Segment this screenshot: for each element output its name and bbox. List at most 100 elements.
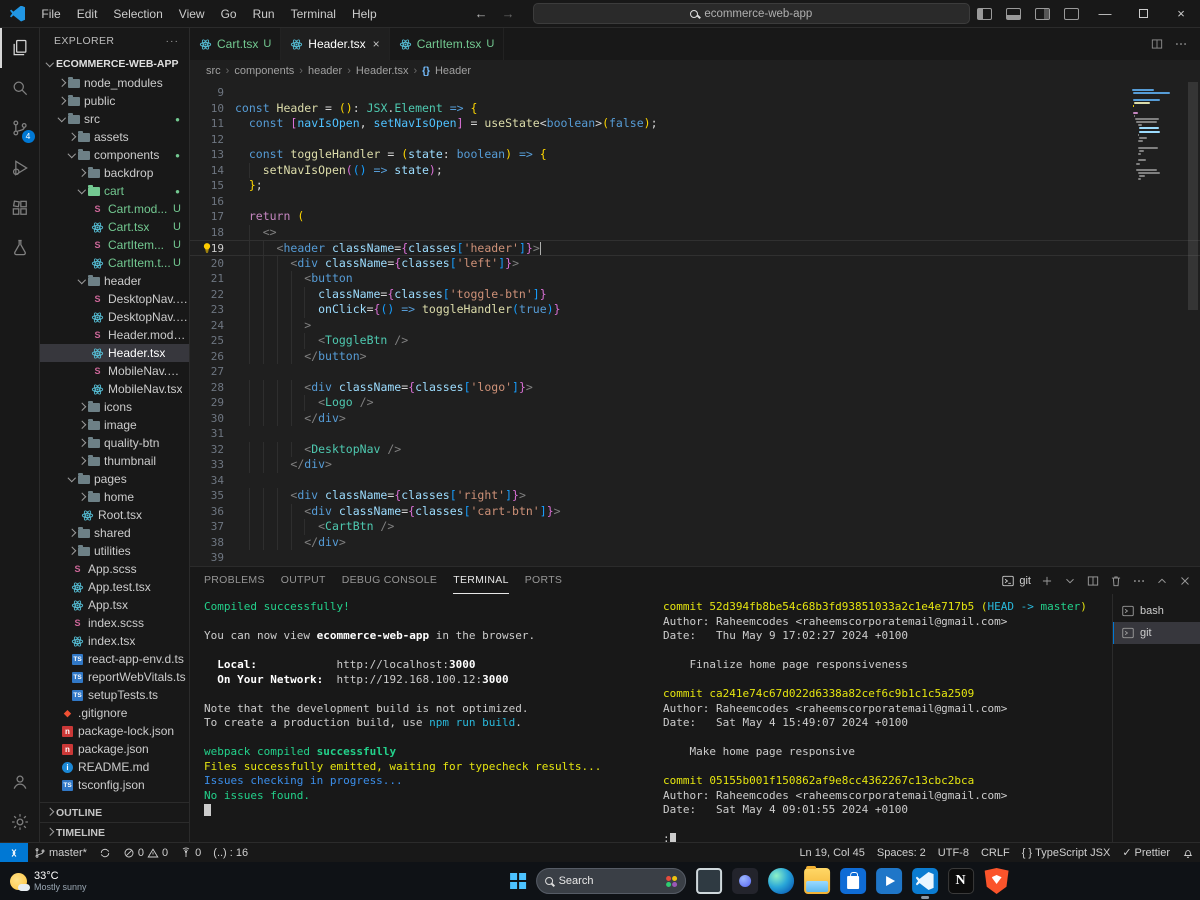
tree-item-cartitem-t-[interactable]: CartItem.t... U (40, 254, 189, 272)
branch-indicator[interactable]: master* (28, 843, 93, 863)
minimize-button[interactable]: — (1086, 0, 1124, 28)
code-line-21[interactable]: 21 <button (190, 271, 1200, 287)
problems-indicator[interactable]: 0 0 (117, 843, 174, 863)
panel-tab-terminal[interactable]: TERMINAL (453, 567, 509, 594)
back-arrow-icon[interactable]: ← (475, 6, 488, 21)
terminal-output-npm[interactable]: Compiled successfully! You can now view … (190, 594, 655, 842)
close-button[interactable]: × (1162, 0, 1200, 28)
monitor-app-icon[interactable] (695, 868, 722, 894)
menu-go[interactable]: Go (213, 0, 245, 28)
code-line-13[interactable]: 13 const toggleHandler = (state: boolean… (190, 147, 1200, 163)
code-line-15[interactable]: 15 }; (190, 178, 1200, 194)
close-panel-icon[interactable] (1178, 574, 1192, 588)
tree-item-app-scss[interactable]: S App.scss (40, 560, 189, 578)
tree-item-cartitem-[interactable]: S CartItem... U (40, 236, 189, 254)
blueapp-app-icon[interactable] (875, 868, 902, 894)
misc-indicator[interactable]: (..) : 16 (207, 843, 254, 863)
customize-layout-icon[interactable] (1064, 7, 1079, 20)
menu-run[interactable]: Run (245, 0, 283, 28)
split-terminal-icon[interactable] (1086, 574, 1100, 588)
tree-item-assets[interactable]: assets (40, 128, 189, 146)
tree-item-readme-md[interactable]: i README.md (40, 758, 189, 776)
run-debug-icon[interactable] (0, 148, 40, 188)
testing-icon[interactable] (0, 228, 40, 268)
kill-terminal-icon[interactable] (1109, 574, 1123, 588)
account-icon[interactable] (0, 762, 40, 802)
menu-edit[interactable]: Edit (69, 0, 106, 28)
code-line-33[interactable]: 33 </div> (190, 457, 1200, 473)
breadcrumb-item[interactable]: components (234, 65, 294, 77)
tree-item-index-scss[interactable]: Sindex.scss (40, 614, 189, 632)
code-line-12[interactable]: 12 (190, 132, 1200, 148)
tree-item-package-lock-json[interactable]: n package-lock.json (40, 722, 189, 740)
tree-item-src[interactable]: src ● (40, 110, 189, 128)
tree-item-app-test-tsx[interactable]: App.test.tsx (40, 578, 189, 596)
tree-item-react-app-env-d-ts[interactable]: TS react-app-env.d.ts (40, 650, 189, 668)
close-tab-icon[interactable]: × (373, 37, 380, 51)
tree-item-mobilenav-tsx[interactable]: MobileNav.tsx (40, 380, 189, 398)
explorer-more-icon[interactable]: ··· (166, 35, 180, 47)
terminal-output-git[interactable]: commit 52d394fb8be54c68b3fd93851033a2c1e… (655, 594, 1112, 842)
code-line-34[interactable]: 34 (190, 473, 1200, 489)
tab-cart.tsx[interactable]: Cart.tsx U (190, 28, 282, 60)
code-line-20[interactable]: 20 <div className={classes['left']}> (190, 255, 1200, 271)
code-line-23[interactable]: 23 onClick={() => toggleHandler(true)} (190, 302, 1200, 318)
code-line-19[interactable]: 19 <header className={classes['header']}… (190, 240, 1200, 256)
editor-more-icon[interactable] (1174, 37, 1188, 51)
code-editor[interactable]: 9 10 const Header = (): JSX.Element => {11… (190, 82, 1200, 566)
indentation-indicator[interactable]: Spaces: 2 (871, 843, 932, 863)
ports-indicator[interactable]: 0 (174, 843, 207, 863)
weather-widget[interactable]: 33°C Mostly sunny (0, 870, 87, 893)
notifications-bell-icon[interactable] (1176, 843, 1200, 863)
command-center-search[interactable]: ecommerce-web-app (532, 3, 970, 24)
breadcrumb-item[interactable]: src (206, 65, 221, 77)
tree-item-cart-mod-[interactable]: S Cart.mod... U (40, 200, 189, 218)
store-app-icon[interactable] (839, 868, 866, 894)
tree-item-pages[interactable]: pages (40, 470, 189, 488)
code-line-36[interactable]: 36 <div className={classes['cart-btn']}> (190, 503, 1200, 519)
terminal-instance-bash[interactable]: bash (1113, 600, 1200, 622)
tree-item-shared[interactable]: shared (40, 524, 189, 542)
remote-indicator[interactable] (0, 842, 28, 863)
tree-item-desktopnav-tsx[interactable]: DesktopNav.tsx (40, 308, 189, 326)
split-editor-icon[interactable] (1150, 37, 1164, 51)
code-line-24[interactable]: 24 > (190, 317, 1200, 333)
sync-button[interactable] (93, 843, 117, 863)
code-line-22[interactable]: 22 className={classes['toggle-btn']} (190, 286, 1200, 302)
code-line-31[interactable]: 31 (190, 426, 1200, 442)
panel-tab-output[interactable]: OUTPUT (281, 567, 326, 594)
timeline-section[interactable]: TIMELINE (40, 822, 189, 842)
tree-item-setuptests-ts[interactable]: TS setupTests.ts (40, 686, 189, 704)
tree-item-utilities[interactable]: utilities (40, 542, 189, 560)
code-line-38[interactable]: 38 </div> (190, 534, 1200, 550)
code-line-32[interactable]: 32 <DesktopNav /> (190, 441, 1200, 457)
darkapp-app-icon[interactable] (731, 868, 758, 894)
taskbar-search[interactable]: Search (535, 868, 686, 894)
edge-app-icon[interactable] (767, 868, 794, 894)
tree-item-app-tsx[interactable]: App.tsx (40, 596, 189, 614)
terminal-dropdown-icon[interactable] (1063, 574, 1077, 588)
tree-item-cart-tsx[interactable]: Cart.tsx U (40, 218, 189, 236)
new-terminal-icon[interactable] (1040, 574, 1054, 588)
menu-file[interactable]: File (33, 0, 68, 28)
source-control-icon[interactable]: 4 (0, 108, 40, 148)
code-line-39[interactable]: 39 (190, 550, 1200, 566)
code-line-29[interactable]: 29 <Logo /> (190, 395, 1200, 411)
tree-item-thumbnail[interactable]: thumbnail (40, 452, 189, 470)
terminal-profile[interactable]: git (1001, 574, 1031, 588)
eol-indicator[interactable]: CRLF (975, 843, 1016, 863)
start-button[interactable] (510, 873, 526, 889)
tab-cartitem.tsx[interactable]: CartItem.tsx U (389, 28, 505, 60)
tree-item-home[interactable]: home (40, 488, 189, 506)
menu-help[interactable]: Help (344, 0, 385, 28)
breadcrumb-item[interactable]: header (308, 65, 342, 77)
cursor-position[interactable]: Ln 19, Col 45 (793, 843, 870, 863)
terminal-instance-git[interactable]: git (1113, 622, 1200, 644)
toggle-panel-icon[interactable] (1006, 7, 1021, 20)
tree-item-header[interactable]: header (40, 272, 189, 290)
tree-item-index-tsx[interactable]: index.tsx (40, 632, 189, 650)
outline-section[interactable]: OUTLINE (40, 802, 189, 822)
menu-terminal[interactable]: Terminal (283, 0, 344, 28)
tree-item-mobilenav-mo-[interactable]: S MobileNav.mo... (40, 362, 189, 380)
tree-item-reportwebvitals-ts[interactable]: TS reportWebVitals.ts (40, 668, 189, 686)
